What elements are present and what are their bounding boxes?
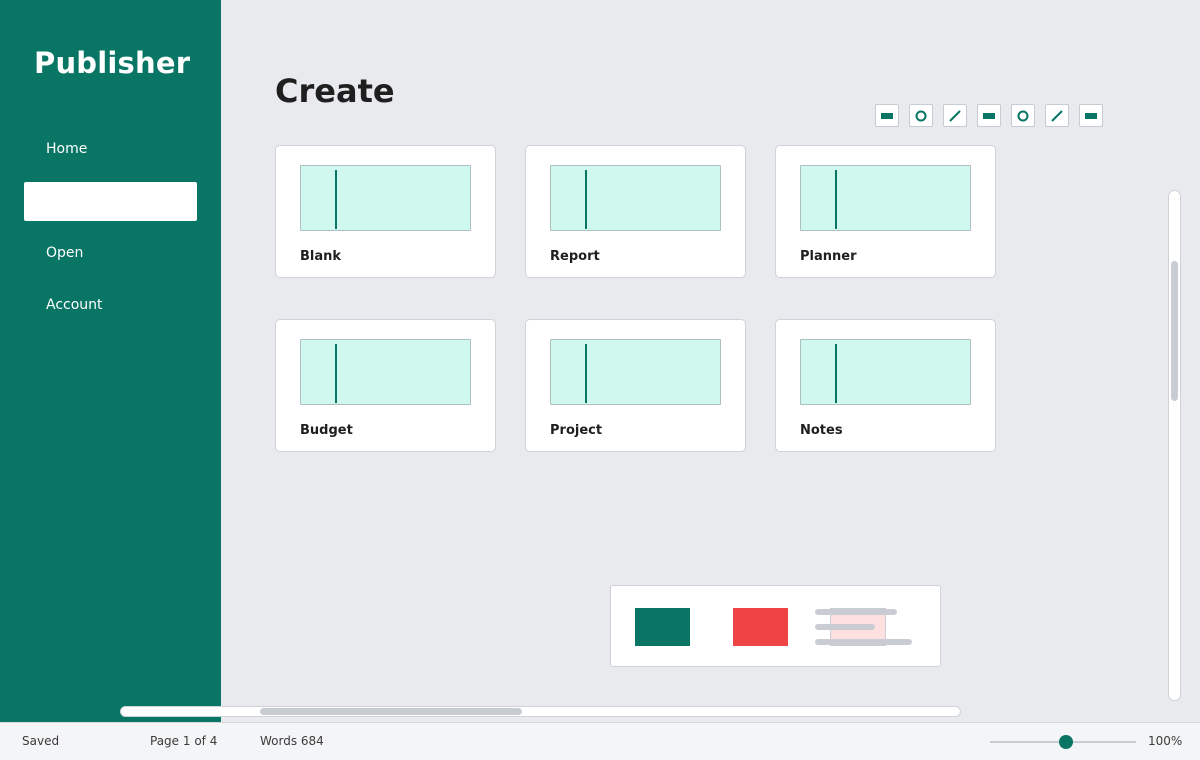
circle-tool-button[interactable]	[1011, 104, 1035, 127]
text-cursor	[835, 344, 837, 403]
status-bar: Saved Page 1 of 4 Words 684 100%	[0, 722, 1200, 760]
template-card-notes[interactable]: Notes	[775, 319, 996, 452]
color-swatch-red[interactable]	[733, 608, 788, 646]
horizontal-scrollbar-thumb[interactable]	[260, 708, 522, 715]
template-card-project[interactable]: Project	[525, 319, 746, 452]
template-label: Report	[550, 249, 600, 264]
page-title: Create	[275, 72, 395, 110]
vertical-scrollbar-thumb[interactable]	[1171, 261, 1178, 401]
circle-icon	[915, 110, 927, 121]
template-card-blank[interactable]: Blank	[275, 145, 496, 278]
template-card-budget[interactable]: Budget	[275, 319, 496, 452]
template-label: Planner	[800, 249, 857, 264]
text-highlight-style[interactable]	[815, 606, 913, 648]
line-icon	[1051, 109, 1063, 122]
template-thumbnail	[800, 339, 971, 405]
sidebar-item-account[interactable]: Account	[24, 286, 197, 325]
template-thumbnail	[800, 165, 971, 231]
rectangle-tool-button[interactable]	[977, 104, 1001, 127]
template-thumbnail	[300, 339, 471, 405]
sidebar: Publisher Home Open Account	[0, 0, 221, 722]
template-thumbnail	[550, 339, 721, 405]
rectangle-icon	[983, 112, 995, 119]
template-card-planner[interactable]: Planner	[775, 145, 996, 278]
text-cursor	[585, 344, 587, 403]
template-thumbnail	[550, 165, 721, 231]
style-swatch-panel	[610, 585, 941, 667]
text-cursor	[585, 170, 587, 229]
color-swatch-green[interactable]	[635, 608, 690, 646]
line-tool-button[interactable]	[1045, 104, 1069, 127]
rectangle-icon	[881, 112, 893, 119]
sidebar-item-open[interactable]: Open	[24, 234, 197, 273]
text-line-icon	[815, 609, 897, 615]
rectangle-tool-button[interactable]	[875, 104, 899, 127]
text-cursor	[335, 170, 337, 229]
text-cursor	[835, 170, 837, 229]
template-label: Notes	[800, 423, 843, 438]
page-indicator: Page 1 of 4	[150, 734, 218, 748]
word-count: Words 684	[260, 734, 324, 748]
vertical-scrollbar[interactable]	[1168, 190, 1181, 701]
template-label: Budget	[300, 423, 353, 438]
sidebar-item-new[interactable]	[24, 182, 197, 221]
horizontal-scrollbar[interactable]	[120, 706, 961, 717]
circle-tool-button[interactable]	[909, 104, 933, 127]
sidebar-item-home[interactable]: Home	[24, 130, 197, 169]
zoom-slider-handle[interactable]	[1059, 735, 1073, 749]
text-cursor	[335, 344, 337, 403]
template-thumbnail	[300, 165, 471, 231]
template-label: Blank	[300, 249, 342, 264]
save-status: Saved	[22, 734, 60, 748]
line-tool-button[interactable]	[943, 104, 967, 127]
rectangle-icon	[1085, 112, 1097, 119]
template-card-report[interactable]: Report	[525, 145, 746, 278]
app-title: Publisher	[34, 46, 191, 80]
text-line-icon	[815, 624, 875, 630]
rectangle-tool-button[interactable]	[1079, 104, 1103, 127]
circle-icon	[1017, 110, 1029, 121]
text-line-icon	[815, 639, 912, 645]
template-label: Project	[550, 423, 603, 438]
zoom-level: 100%	[1148, 734, 1183, 748]
line-icon	[949, 109, 961, 122]
